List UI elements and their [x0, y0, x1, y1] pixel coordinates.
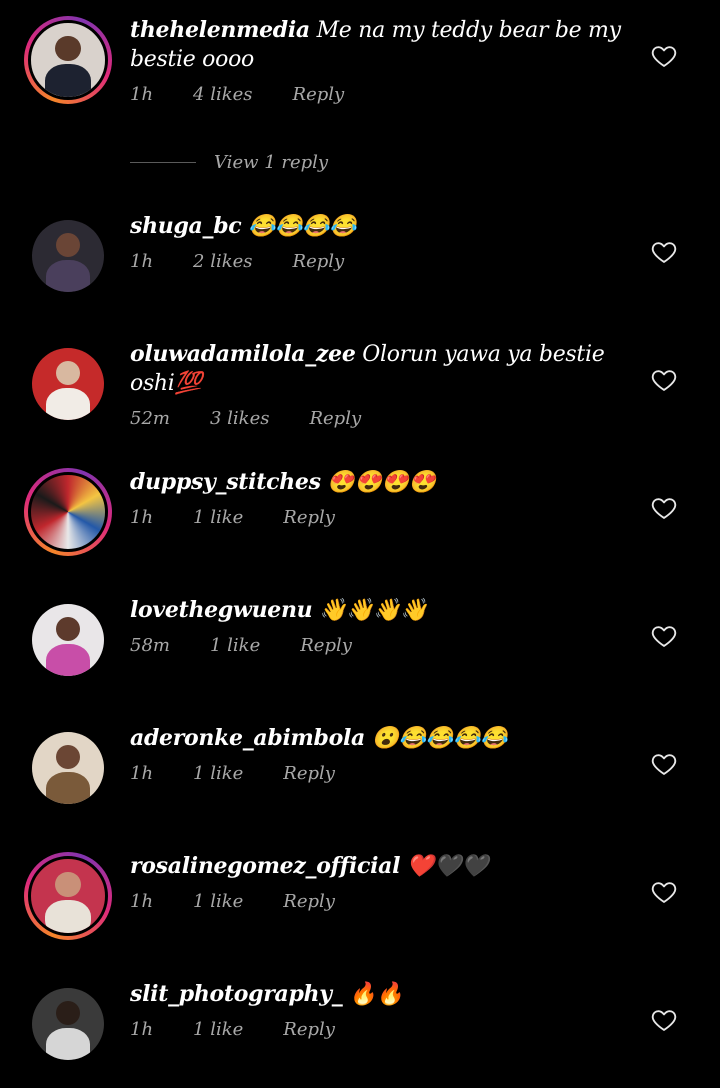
comment-content: duppsy_stitches 😍😍😍😍 1h 1 like Reply — [130, 468, 630, 528]
reply-button[interactable]: Reply — [300, 635, 352, 656]
comment-content: slit_photography_ 🔥🔥 1h 1 like Reply — [130, 980, 630, 1040]
comment-username[interactable]: lovethegwuenu — [130, 597, 313, 623]
comment-likes[interactable]: 2 likes — [193, 251, 252, 272]
comment-username[interactable]: aderonke_abimbola — [130, 725, 365, 751]
heart-outline-icon[interactable] — [650, 366, 678, 394]
comment-likes[interactable]: 1 like — [210, 635, 260, 656]
comment-username[interactable]: thehelenmedia — [130, 17, 310, 43]
reply-button[interactable]: Reply — [293, 84, 345, 105]
comment-time: 1h — [130, 763, 154, 784]
comment-likes[interactable]: 1 like — [193, 507, 243, 528]
comment-likes[interactable]: 3 likes — [210, 408, 269, 429]
comment-likes[interactable]: 4 likes — [193, 84, 252, 105]
heart-outline-icon[interactable] — [650, 1006, 678, 1034]
view-replies-button[interactable]: View 1 reply — [130, 148, 328, 176]
reply-button[interactable]: Reply — [283, 1019, 335, 1040]
comment-content: shuga_bc 😂😂😂😂 1h 2 likes Reply — [130, 212, 630, 272]
comment-time: 1h — [130, 84, 154, 105]
comment-time: 1h — [130, 507, 154, 528]
comment-likes[interactable]: 1 like — [193, 1019, 243, 1040]
comment-username[interactable]: rosalinegomez_official — [130, 853, 400, 879]
comment-time: 58m — [130, 635, 170, 656]
comment-content: rosalinegomez_official ❤️🖤🖤 1h 1 like Re… — [130, 852, 630, 912]
comment-item: slit_photography_ 🔥🔥 1h 1 like Reply — [0, 978, 720, 1088]
reply-button[interactable]: Reply — [283, 763, 335, 784]
comment-text: ❤️🖤🖤 — [406, 854, 489, 879]
avatar[interactable] — [24, 16, 112, 104]
comment-likes[interactable]: 1 like — [193, 763, 243, 784]
comment-content: lovethegwuenu 👋👋👋👋 58m 1 like Reply — [130, 596, 630, 656]
comment-item: shuga_bc 😂😂😂😂 1h 2 likes Reply — [0, 210, 720, 320]
heart-outline-icon[interactable] — [650, 878, 678, 906]
comment-text: 👋👋👋👋 — [319, 598, 428, 623]
comment-item: thehelenmedia Me na my teddy bear be my … — [0, 14, 720, 124]
comment-text: 😍😍😍😍 — [327, 470, 436, 495]
comment-content: thehelenmedia Me na my teddy bear be my … — [130, 16, 630, 105]
comment-time: 52m — [130, 408, 170, 429]
comment-item: aderonke_abimbola 😮😂😂😂😂 1h 1 like Reply — [0, 722, 720, 832]
comment-item: rosalinegomez_official ❤️🖤🖤 1h 1 like Re… — [0, 850, 720, 960]
avatar[interactable] — [32, 220, 104, 292]
heart-outline-icon[interactable] — [650, 494, 678, 522]
comment-item: duppsy_stitches 😍😍😍😍 1h 1 like Reply — [0, 466, 720, 576]
avatar[interactable] — [32, 604, 104, 676]
comment-content: oluwadamilola_zee Olorun yawa ya bestie … — [130, 340, 630, 429]
comment-content: aderonke_abimbola 😮😂😂😂😂 1h 1 like Reply — [130, 724, 630, 784]
comment-text: 😮😂😂😂😂 — [371, 726, 508, 751]
comment-text: 😂😂😂😂 — [248, 214, 357, 239]
view-replies-label[interactable]: View 1 reply — [214, 152, 328, 173]
avatar[interactable] — [24, 468, 112, 556]
avatar[interactable] — [24, 852, 112, 940]
comment-item: lovethegwuenu 👋👋👋👋 58m 1 like Reply — [0, 594, 720, 704]
heart-outline-icon[interactable] — [650, 238, 678, 266]
comment-username[interactable]: oluwadamilola_zee — [130, 341, 356, 367]
heart-outline-icon[interactable] — [650, 42, 678, 70]
comment-time: 1h — [130, 251, 154, 272]
reply-button[interactable]: Reply — [309, 408, 361, 429]
comment-time: 1h — [130, 891, 154, 912]
comment-username[interactable]: slit_photography_ — [130, 981, 343, 1007]
comment-item: oluwadamilola_zee Olorun yawa ya bestie … — [0, 338, 720, 448]
comment-time: 1h — [130, 1019, 154, 1040]
heart-outline-icon[interactable] — [650, 750, 678, 778]
comment-likes[interactable]: 1 like — [193, 891, 243, 912]
reply-button[interactable]: Reply — [283, 507, 335, 528]
view-replies-divider — [130, 161, 196, 163]
avatar[interactable] — [32, 348, 104, 420]
comment-username[interactable]: duppsy_stitches — [130, 469, 321, 495]
comment-username[interactable]: shuga_bc — [130, 213, 242, 239]
reply-button[interactable]: Reply — [283, 891, 335, 912]
avatar[interactable] — [32, 732, 104, 804]
avatar[interactable] — [32, 988, 104, 1060]
comment-text: 🔥🔥 — [349, 982, 404, 1007]
heart-outline-icon[interactable] — [650, 622, 678, 650]
reply-button[interactable]: Reply — [293, 251, 345, 272]
